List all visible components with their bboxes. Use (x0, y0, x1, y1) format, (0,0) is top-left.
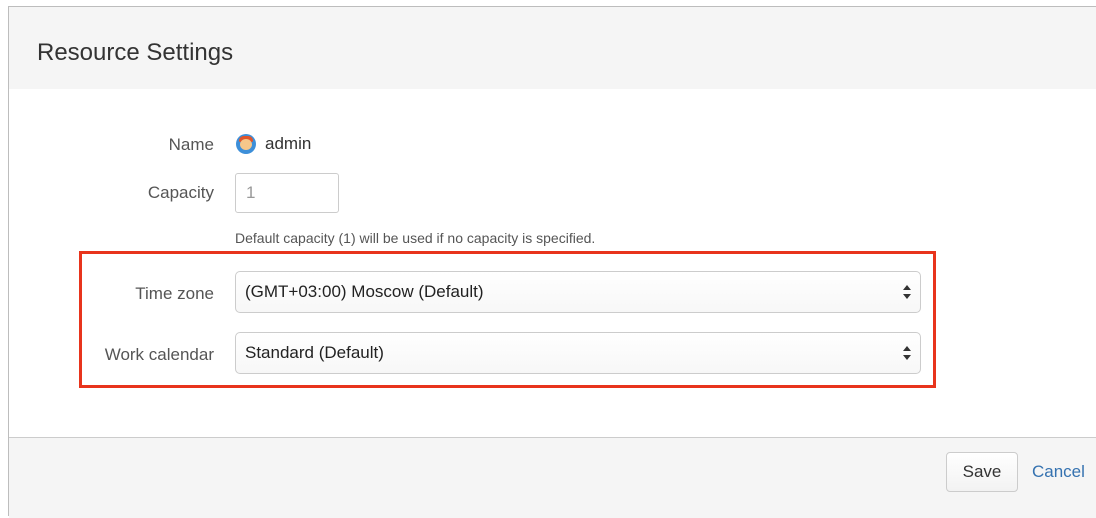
dialog-title: Resource Settings (37, 39, 234, 66)
work-calendar-label: Work calendar (104, 345, 214, 364)
time-zone-label: Time zone (135, 284, 214, 303)
dialog-footer: Save Cancel (9, 437, 1096, 518)
time-zone-selected-value: (GMT+03:00) Moscow (Default) (245, 282, 484, 301)
user-avatar-icon (236, 134, 256, 154)
select-arrows-icon (903, 346, 911, 360)
name-label: Name (168, 135, 214, 154)
capacity-label: Capacity (147, 183, 214, 202)
dialog-header: Resource Settings (9, 7, 1096, 90)
work-calendar-select[interactable]: Standard (Default) (235, 332, 921, 374)
resource-settings-dialog: Resource Settings Name admin Capacity De… (8, 6, 1096, 518)
capacity-help-text: Default capacity (1) will be used if no … (235, 230, 596, 246)
capacity-input[interactable] (235, 173, 339, 213)
save-button[interactable]: Save (946, 452, 1018, 492)
select-arrows-icon (903, 285, 911, 299)
user-name: admin (265, 134, 312, 153)
work-calendar-selected-value: Standard (Default) (245, 343, 384, 362)
name-value: admin (236, 134, 311, 154)
time-zone-select[interactable]: (GMT+03:00) Moscow (Default) (235, 271, 921, 313)
dialog-body: Name admin Capacity Default capacity (1)… (9, 89, 1096, 437)
cancel-link[interactable]: Cancel (1032, 462, 1085, 482)
